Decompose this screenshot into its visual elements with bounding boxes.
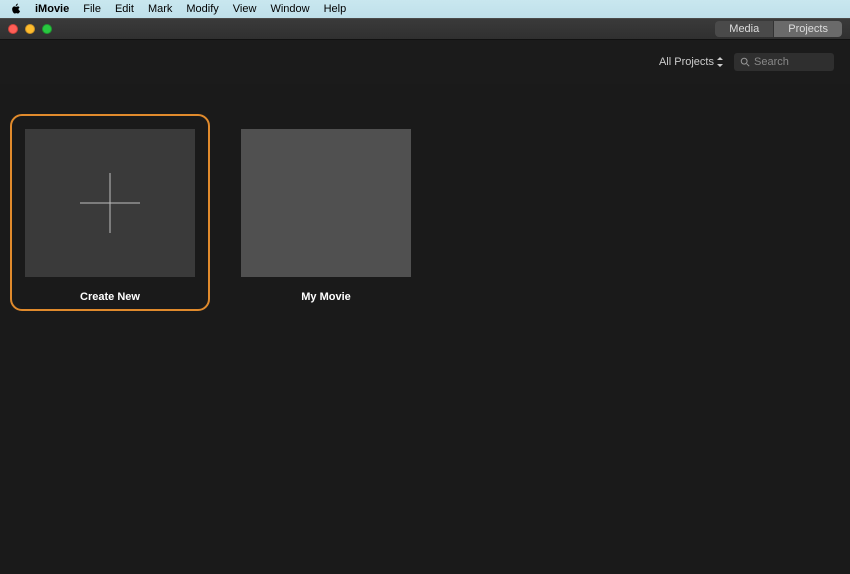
search-icon <box>740 57 750 67</box>
tab-media[interactable]: Media <box>715 21 773 37</box>
plus-icon <box>80 173 140 233</box>
menu-window[interactable]: Window <box>270 3 309 15</box>
fullscreen-icon[interactable] <box>42 24 52 34</box>
project-card[interactable]: My Movie <box>226 114 426 303</box>
create-new-label: Create New <box>12 289 208 303</box>
close-icon[interactable] <box>8 24 18 34</box>
apple-icon[interactable] <box>10 3 21 15</box>
search-input[interactable] <box>754 56 828 68</box>
titlebar: Media Projects <box>0 18 850 40</box>
toolbar: All Projects <box>0 40 850 84</box>
minimize-icon[interactable] <box>25 24 35 34</box>
menubar: iMovie File Edit Mark Modify View Window… <box>0 0 850 18</box>
projects-filter[interactable]: All Projects <box>659 56 724 68</box>
window-controls <box>8 24 52 34</box>
menu-help[interactable]: Help <box>324 3 347 15</box>
sort-icon <box>716 57 724 67</box>
search-field[interactable] <box>734 53 834 71</box>
menu-modify[interactable]: Modify <box>186 3 218 15</box>
project-thumb <box>241 129 411 277</box>
tab-projects[interactable]: Projects <box>773 21 842 37</box>
menu-file[interactable]: File <box>83 3 101 15</box>
menu-edit[interactable]: Edit <box>115 3 134 15</box>
project-title: My Movie <box>226 289 426 303</box>
menu-app[interactable]: iMovie <box>35 3 69 15</box>
menu-view[interactable]: View <box>233 3 257 15</box>
create-new-card[interactable]: Create New <box>10 114 210 311</box>
projects-filter-label: All Projects <box>659 56 714 68</box>
view-segmented-control: Media Projects <box>715 21 842 37</box>
create-new-thumb <box>25 129 195 277</box>
menu-mark[interactable]: Mark <box>148 3 172 15</box>
projects-grid: Create New My Movie <box>0 84 850 574</box>
